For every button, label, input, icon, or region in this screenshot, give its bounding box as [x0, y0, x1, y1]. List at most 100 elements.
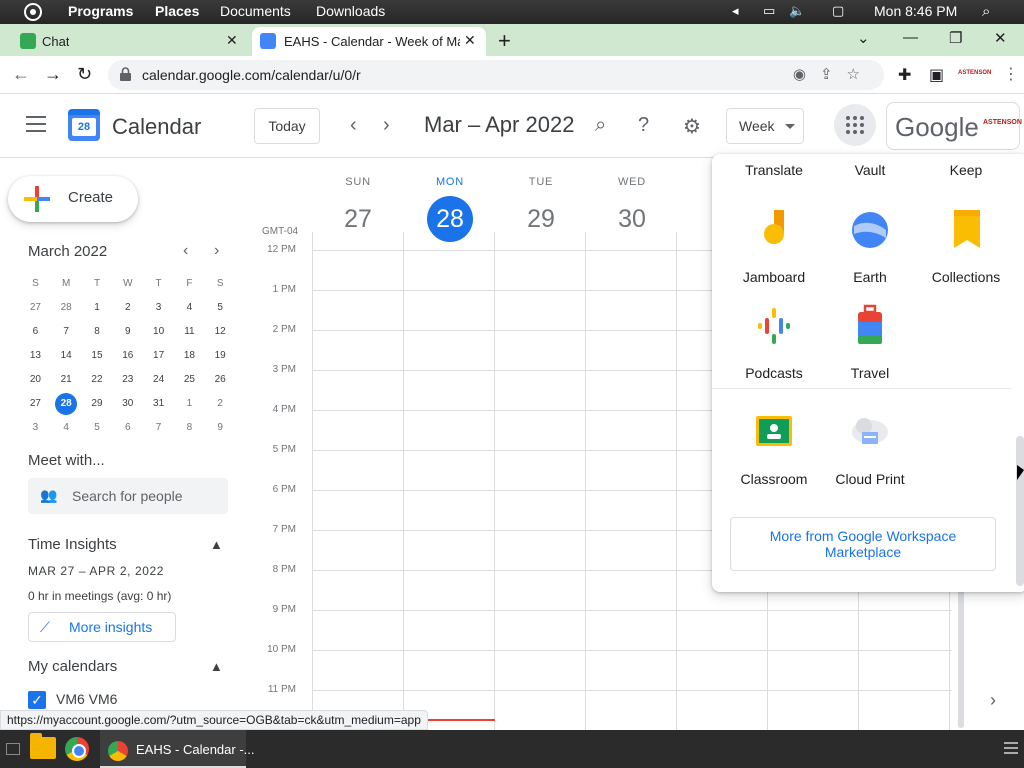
network-icon[interactable]: ▭ [763, 3, 775, 19]
mini-calendar-day[interactable]: 4 [51, 416, 82, 440]
mini-calendar-day[interactable]: 17 [143, 344, 174, 368]
mini-calendar-day[interactable]: 22 [82, 368, 113, 392]
app-jamboard[interactable]: Jamboard [726, 208, 822, 285]
os-logo-icon[interactable] [24, 3, 42, 21]
mini-calendar-day[interactable]: 14 [51, 344, 82, 368]
mini-calendar-day[interactable]: 8 [174, 416, 205, 440]
mini-calendar-day[interactable]: 2 [205, 392, 236, 416]
mini-calendar-day[interactable]: 28 [51, 296, 82, 320]
window-close-icon[interactable]: ✕ [994, 29, 1007, 47]
mini-calendar-day[interactable]: 28 [51, 392, 82, 416]
settings-icon[interactable]: ⚙ [683, 114, 701, 139]
profile-avatar[interactable]: ASTENSON [958, 64, 991, 82]
app-classroom[interactable]: Classroom [726, 410, 822, 487]
reload-icon[interactable]: ↻ [77, 64, 92, 85]
mini-calendar-day[interactable]: 8 [82, 320, 113, 344]
calendar-logo-icon[interactable]: 28 [68, 109, 100, 141]
address-bar[interactable]: calendar.google.com/calendar/u/0/r ◉⇪☆ [108, 60, 884, 90]
tab-search-icon[interactable]: ⌄ [857, 29, 870, 47]
view-selector[interactable]: Week [726, 108, 804, 144]
app-travel[interactable]: Travel [822, 304, 918, 381]
help-icon[interactable]: ? [638, 114, 649, 137]
new-tab-icon[interactable]: + [498, 28, 511, 54]
mini-calendar-day[interactable]: 27 [20, 392, 51, 416]
mini-calendar-day[interactable]: 9 [112, 320, 143, 344]
calendar-checkbox[interactable]: ✓ [28, 691, 46, 709]
mini-calendar-day[interactable]: 5 [82, 416, 113, 440]
mini-calendar-day[interactable]: 7 [143, 416, 174, 440]
mini-calendar-day[interactable]: 5 [205, 296, 236, 320]
mini-calendar-day[interactable]: 7 [51, 320, 82, 344]
app-collections[interactable]: Collections [918, 208, 1014, 285]
app-keep[interactable]: Keep [918, 162, 1014, 178]
mini-calendar-day[interactable]: 1 [82, 296, 113, 320]
minimize-icon[interactable]: — [903, 29, 918, 46]
app-vault[interactable]: Vault [822, 162, 918, 178]
mini-prev-month-icon[interactable]: ‹ [183, 242, 188, 260]
chrome-icon[interactable] [65, 737, 89, 761]
mini-calendar-day[interactable]: 10 [143, 320, 174, 344]
mini-calendar-day[interactable]: 13 [20, 344, 51, 368]
main-menu-icon[interactable] [26, 116, 46, 132]
mini-calendar-day[interactable]: 15 [82, 344, 113, 368]
mini-calendar-day[interactable]: 4 [174, 296, 205, 320]
more-insights-button[interactable]: ⟋ More insights [28, 612, 176, 642]
app-title[interactable]: Calendar [112, 114, 201, 140]
mini-calendar-day[interactable]: 9 [205, 416, 236, 440]
mini-calendar-day[interactable]: 6 [112, 416, 143, 440]
show-desktop-icon[interactable] [6, 743, 20, 755]
notification-icon[interactable]: ▢ [832, 3, 844, 19]
mini-calendar-day[interactable]: 24 [143, 368, 174, 392]
eye-icon[interactable]: ◉ [793, 66, 820, 83]
collapse-insights-icon[interactable]: ▲ [210, 537, 223, 552]
popup-scrollbar[interactable] [1016, 436, 1024, 586]
extensions-icon[interactable]: ✚ [898, 65, 911, 85]
os-menu-places[interactable]: Places [155, 3, 199, 19]
mini-calendar-day[interactable]: 23 [112, 368, 143, 392]
workspace-marketplace-button[interactable]: More from Google Workspace Marketplace [730, 517, 996, 571]
expand-side-panel-icon[interactable]: › [990, 690, 996, 711]
mini-calendar-day[interactable]: 2 [112, 296, 143, 320]
today-button[interactable]: Today [254, 108, 320, 144]
next-period-icon[interactable]: › [383, 114, 390, 137]
tab-calendar[interactable]: EAHS - Calendar - Week of Marc ✕ [252, 27, 486, 56]
back-icon[interactable]: ← [12, 64, 30, 85]
chrome-menu-icon[interactable]: ⋮ [1003, 64, 1019, 84]
app-podcasts[interactable]: Podcasts [726, 304, 822, 381]
mini-calendar-day[interactable]: 31 [143, 392, 174, 416]
mini-calendar-day[interactable]: 30 [112, 392, 143, 416]
create-button[interactable]: Create [8, 176, 138, 222]
taskbar-menu-icon[interactable] [1004, 742, 1018, 754]
app-translate[interactable]: Translate [726, 162, 822, 178]
os-menu-programs[interactable]: Programs [68, 3, 133, 19]
mini-calendar-day[interactable]: 26 [205, 368, 236, 392]
bookmark-star-icon[interactable]: ☆ [847, 66, 874, 83]
files-icon[interactable] [30, 733, 56, 759]
mini-calendar-day[interactable]: 21 [51, 368, 82, 392]
mini-calendar-day[interactable]: 6 [20, 320, 51, 344]
mini-calendar-day[interactable]: 16 [112, 344, 143, 368]
tab-chat[interactable]: Chat ✕ [10, 27, 244, 56]
collapse-my-calendars-icon[interactable]: ▲ [210, 659, 223, 674]
mini-calendar-day[interactable]: 29 [82, 392, 113, 416]
mini-calendar-day[interactable]: 20 [20, 368, 51, 392]
my-calendars-title[interactable]: My calendars [28, 658, 117, 675]
mini-calendar-day[interactable]: 18 [174, 344, 205, 368]
search-icon[interactable]: ⌕ [595, 114, 606, 137]
google-account-button[interactable]: Google ASTENSON [886, 102, 1022, 150]
mini-calendar-day[interactable]: 3 [20, 416, 51, 440]
os-menu-documents[interactable]: Documents [220, 3, 291, 19]
search-people-input[interactable]: 👥 Search for people [28, 478, 228, 514]
volume-icon[interactable]: 🔈 [789, 3, 805, 19]
close-icon[interactable]: ✕ [226, 32, 238, 49]
os-clock[interactable]: Mon 8:46 PM [874, 3, 957, 19]
url-text[interactable]: calendar.google.com/calendar/u/0/r [142, 67, 361, 83]
mini-calendar-day[interactable]: 19 [205, 344, 236, 368]
week-scrollbar[interactable] [958, 588, 964, 728]
app-cloud-print[interactable]: Cloud Print [822, 410, 918, 487]
mini-next-month-icon[interactable]: › [214, 242, 219, 260]
mini-calendar-day[interactable]: 11 [174, 320, 205, 344]
time-insights-title[interactable]: Time Insights [28, 536, 117, 553]
taskbar-window-calendar[interactable]: EAHS - Calendar -... [100, 730, 255, 768]
tray-arrow-icon[interactable]: ◂ [732, 3, 739, 19]
